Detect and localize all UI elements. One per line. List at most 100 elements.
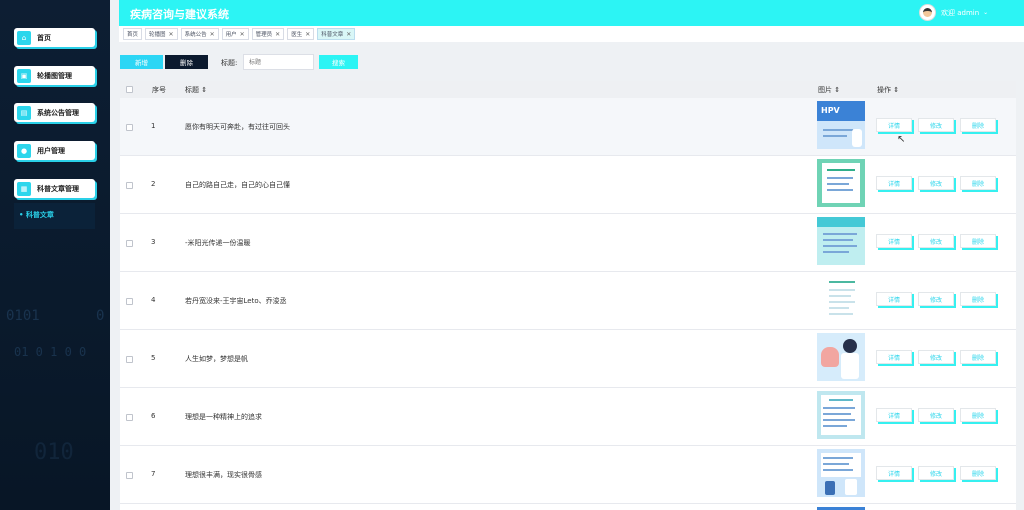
sidebar-decor: 0 xyxy=(96,308,105,324)
row-checkbox[interactable] xyxy=(126,240,133,247)
submenu-item-label: 科普文章 xyxy=(25,211,54,219)
tab-notices[interactable]: 系统公告 ✕ xyxy=(180,28,219,40)
tab-admins[interactable]: 管理员 ✕ xyxy=(251,28,285,40)
delete-button[interactable]: 删除 xyxy=(960,176,996,190)
sidebar-item-notices[interactable]: ▤ 系统公告管理 xyxy=(14,103,95,122)
sidebar-item-label: 轮播图管理 xyxy=(37,71,72,80)
detail-button[interactable]: 详情 xyxy=(876,118,912,132)
batch-delete-button[interactable]: 删除 xyxy=(165,55,208,69)
table-row: 3 -米阳光传递一份温暖 详情 修改 删除 xyxy=(120,214,1016,272)
article-thumbnail xyxy=(817,159,865,207)
tab-bar: 首页 轮播图 ✕ 系统公告 ✕ 用户 ✕ 管理员 ✕ 医生 ✕ 科普文章 ✕ xyxy=(119,26,1024,42)
header-index: 序号 xyxy=(152,86,166,94)
row-checkbox[interactable] xyxy=(126,124,133,131)
sidebar-item-label: 用户管理 xyxy=(37,146,65,155)
sidebar-item-label: 科普文章管理 xyxy=(37,184,79,193)
tab-users[interactable]: 用户 ✕ xyxy=(221,28,249,40)
table-header: 序号 标题 ⇕ 图片 ⇕ 操作 ⇕ xyxy=(120,81,1016,98)
mouse-cursor-icon: ↖ xyxy=(897,134,906,145)
edit-button[interactable]: 修改 xyxy=(918,234,954,248)
edit-button[interactable]: 修改 xyxy=(918,350,954,364)
user-menu[interactable]: 欢迎 admin ⌄ xyxy=(919,4,988,21)
sidebar: 0101 0 01 0 1 0 0 010 ⌂ 首页 ▣ 轮播图管理 ▤ 系统公… xyxy=(0,0,110,510)
close-icon[interactable]: ✕ xyxy=(210,31,215,38)
submenu-item-articles[interactable]: • 科普文章 xyxy=(19,210,54,220)
header-title[interactable]: 标题 ⇕ xyxy=(185,85,207,95)
delete-button[interactable]: 删除 xyxy=(960,408,996,422)
tab-label: 医生 xyxy=(291,32,303,38)
row-checkbox[interactable] xyxy=(126,414,133,421)
sidebar-decor: 01 0 1 0 0 xyxy=(14,345,87,359)
table-row: 7 理想很丰满，现实很骨感 详情 修改 删除 xyxy=(120,446,1016,504)
home-icon: ⌂ xyxy=(17,30,31,45)
delete-button[interactable]: 删除 xyxy=(960,234,996,248)
delete-button[interactable]: 删除 xyxy=(960,292,996,306)
image-icon: ▣ xyxy=(17,68,31,83)
close-icon[interactable]: ✕ xyxy=(305,31,310,38)
row-checkbox[interactable] xyxy=(126,298,133,305)
top-header: 疾病咨询与建议系统 欢迎 admin ⌄ xyxy=(119,0,1024,26)
add-button[interactable]: 新增 xyxy=(120,55,163,69)
detail-button[interactable]: 详情 xyxy=(876,292,912,306)
close-icon[interactable]: ✕ xyxy=(275,31,280,38)
sidebar-item-carousel[interactable]: ▣ 轮播图管理 xyxy=(14,66,95,85)
table-row: 5 人生如梦，梦想是帆 详情 修改 删除 xyxy=(120,330,1016,388)
select-all-checkbox[interactable] xyxy=(126,86,133,93)
row-checkbox[interactable] xyxy=(126,472,133,479)
articles-table: 序号 标题 ⇕ 图片 ⇕ 操作 ⇕ 1 愿你有明天可奔赴，有过往可回头 HPV … xyxy=(120,81,1016,510)
tab-label: 管理员 xyxy=(255,32,273,38)
row-title: 自己的路自己走，自己的心自己懂 xyxy=(185,181,290,189)
tab-articles[interactable]: 科普文章 ✕ xyxy=(317,28,356,40)
detail-button[interactable]: 详情 xyxy=(876,176,912,190)
article-icon: ▦ xyxy=(17,181,31,196)
avatar[interactable] xyxy=(919,4,936,21)
row-checkbox[interactable] xyxy=(126,356,133,363)
tab-label: 系统公告 xyxy=(184,32,207,38)
delete-button[interactable]: 删除 xyxy=(960,466,996,480)
edit-button[interactable]: 修改 xyxy=(918,118,954,132)
header-actions: 操作 ⇕ xyxy=(877,86,900,94)
row-checkbox[interactable] xyxy=(126,182,133,189)
edit-button[interactable]: 修改 xyxy=(918,176,954,190)
row-title: -米阳光传递一份温暖 xyxy=(185,239,251,247)
close-icon[interactable]: ✕ xyxy=(346,31,351,38)
tab-label: 科普文章 xyxy=(321,32,344,38)
row-index: 5 xyxy=(151,354,156,362)
article-thumbnail xyxy=(817,449,865,497)
tab-doctors[interactable]: 医生 ✕ xyxy=(287,28,315,40)
delete-button[interactable]: 删除 xyxy=(960,350,996,364)
detail-button[interactable]: 详情 xyxy=(876,466,912,480)
close-icon[interactable]: ✕ xyxy=(169,31,174,38)
tab-home[interactable]: 首页 xyxy=(123,28,143,40)
submenu-articles[interactable]: • 科普文章 xyxy=(14,203,95,229)
tab-carousel[interactable]: 轮播图 ✕ xyxy=(145,28,178,40)
close-icon[interactable]: ✕ xyxy=(240,31,245,38)
row-index: 7 xyxy=(151,470,156,478)
delete-button[interactable]: 删除 xyxy=(960,118,996,132)
sidebar-item-users[interactable]: ● 用户管理 xyxy=(14,141,95,160)
detail-button[interactable]: 详情 xyxy=(876,408,912,422)
sidebar-decor: 010 xyxy=(34,440,74,465)
detail-button[interactable]: 详情 xyxy=(876,350,912,364)
header-image[interactable]: 图片 ⇕ xyxy=(818,85,840,95)
article-thumbnail xyxy=(817,391,865,439)
app-title: 疾病咨询与建议系统 xyxy=(130,8,229,21)
edit-button[interactable]: 修改 xyxy=(918,466,954,480)
title-search-input[interactable] xyxy=(243,54,314,70)
search-button[interactable]: 搜索 xyxy=(319,55,358,69)
detail-button[interactable]: 详情 xyxy=(876,234,912,248)
row-index: 4 xyxy=(151,296,156,304)
chevron-down-icon[interactable]: ⌄ xyxy=(983,9,988,16)
edit-button[interactable]: 修改 xyxy=(918,408,954,422)
search-label: 标题: xyxy=(221,59,238,67)
row-index: 6 xyxy=(151,412,156,420)
notice-icon: ▤ xyxy=(17,105,31,120)
sidebar-item-home[interactable]: ⌂ 首页 xyxy=(14,28,95,47)
avatar-face-icon xyxy=(923,8,932,17)
welcome-text: 欢迎 admin xyxy=(941,8,980,17)
sidebar-item-label: 系统公告管理 xyxy=(37,108,79,117)
sidebar-item-label: 首页 xyxy=(37,33,51,42)
sidebar-item-articles[interactable]: ▦ 科普文章管理 xyxy=(14,179,95,198)
edit-button[interactable]: 修改 xyxy=(918,292,954,306)
row-title: 若丹宽没来-王宇宙Leto、乔浚丞 xyxy=(185,297,287,305)
